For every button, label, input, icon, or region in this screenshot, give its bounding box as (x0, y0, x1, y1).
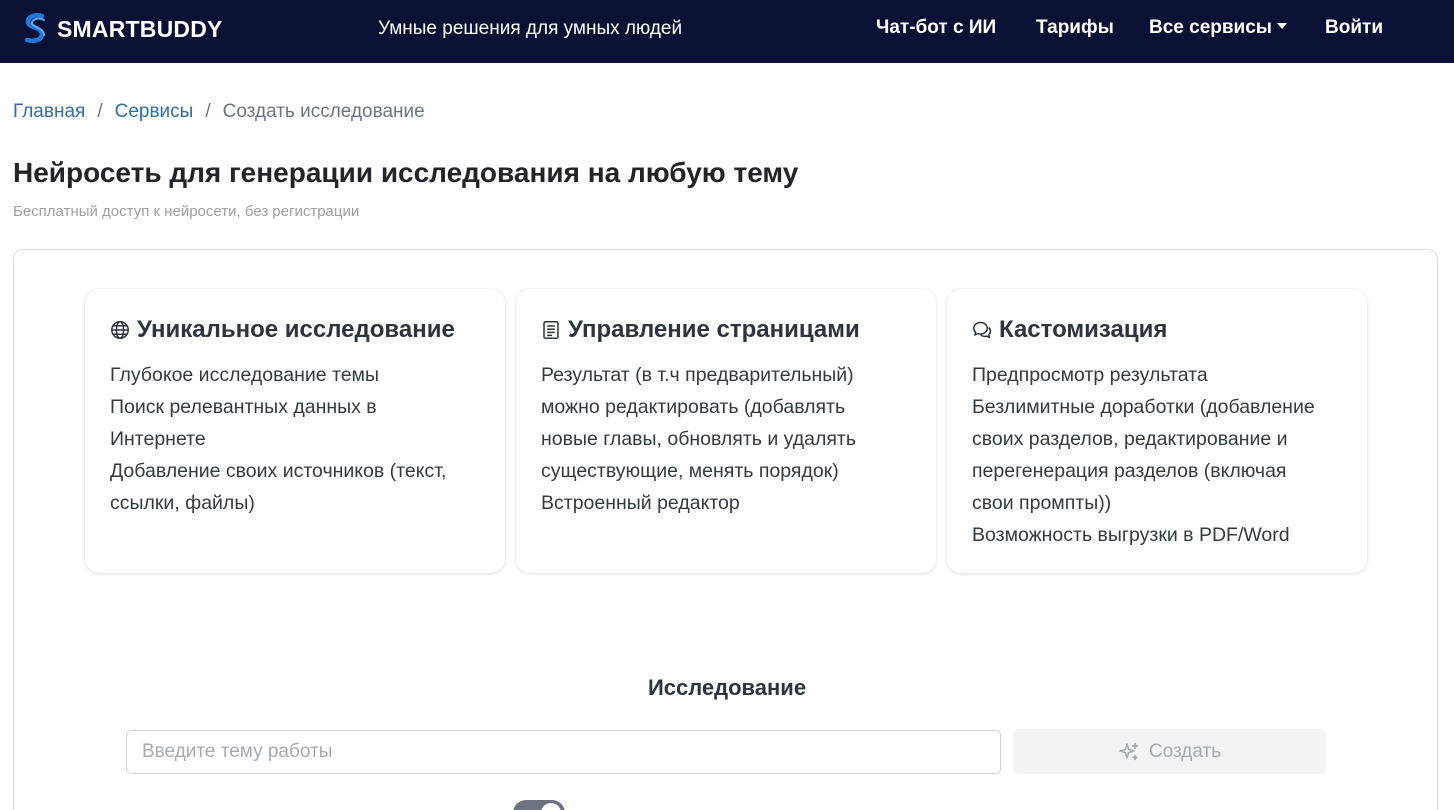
feature-line: Глубокое исследование темы (110, 364, 379, 386)
feature-card-unique-research: Уникальное исследование Глубокое исследо… (85, 289, 505, 573)
breadcrumb-current: Создать исследование (222, 101, 425, 122)
feature-line: перегенерация разделов (включая (972, 460, 1287, 482)
feature-lines: Результат (в т.ч предварительный) можно … (541, 359, 914, 519)
feature-lines: Предпросмотр результата Безлимитные дора… (972, 359, 1345, 551)
feature-line: Интернете (110, 428, 206, 450)
feature-card-page-management: Управление страницами Результат (в т.ч п… (516, 289, 936, 573)
breadcrumb-separator: / (97, 101, 103, 122)
chevron-down-icon (1277, 23, 1288, 29)
feature-line: своих разделов, редактирование и (972, 428, 1288, 450)
page-subtitle: Бесплатный доступ к нейросети, без регис… (13, 203, 360, 220)
nav-all-services-label: Все сервисы (1149, 17, 1273, 38)
feature-header: Управление страницами (541, 315, 914, 345)
document-icon (543, 321, 559, 339)
feature-title: Уникальное исследование (137, 316, 455, 343)
nav-chat-bot-link[interactable]: Чат-бот с ИИ (876, 17, 996, 39)
sparkles-icon (1119, 742, 1139, 760)
feature-line: Добавление своих источников (текст, (110, 460, 447, 482)
research-section-title: Исследование (647, 675, 807, 700)
feature-title: Управление страницами (568, 316, 860, 343)
breadcrumb: Главная / Сервисы / Создать исследование (13, 101, 425, 123)
feature-line: Результат (в т.ч предварительный) (541, 364, 854, 386)
chat-bubbles-icon (973, 321, 992, 339)
feature-lines: Глубокое исследование темы Поиск релеван… (110, 359, 483, 519)
option-toggle[interactable] (513, 800, 565, 810)
nav-links: Чат-бот с ИИ Тарифы Все сервисы Войти (0, 17, 1454, 41)
feature-title: Кастомизация (999, 316, 1168, 343)
feature-header: Уникальное исследование (110, 315, 483, 345)
feature-line: Предпросмотр результата (972, 364, 1208, 386)
feature-line: Встроенный редактор (541, 492, 740, 514)
nav-all-services-dropdown[interactable]: Все сервисы (1149, 17, 1288, 39)
feature-line: свои промпты)) (972, 492, 1112, 514)
feature-line: новые главы, обновлять и удалять (541, 428, 857, 450)
top-navbar: SMARTBUDDY Умные решения для умных людей… (0, 0, 1454, 63)
feature-line: Возможность выгрузки в PDF/Word (972, 524, 1290, 546)
breadcrumb-separator: / (205, 101, 211, 122)
feature-card-customization: Кастомизация Предпросмотр результата Без… (947, 289, 1367, 573)
globe-icon (111, 321, 129, 339)
breadcrumb-home[interactable]: Главная (13, 101, 85, 123)
nav-tariffs-link[interactable]: Тарифы (1036, 17, 1114, 39)
feature-line: Поиск релевантных данных в (110, 396, 377, 418)
create-button-label: Создать (1148, 740, 1222, 762)
feature-header: Кастомизация (972, 315, 1345, 345)
feature-line: можно редактировать (добавлять (541, 396, 846, 418)
feature-line: существующие, менять порядок) (541, 460, 839, 482)
feature-line: Безлимитные доработки (добавление (972, 396, 1315, 418)
page-title: Нейросеть для генерации исследования на … (13, 157, 799, 188)
nav-login-link[interactable]: Войти (1325, 17, 1383, 39)
breadcrumb-services[interactable]: Сервисы (115, 101, 194, 123)
topic-input[interactable] (126, 730, 1001, 774)
create-button[interactable]: Создать (1013, 729, 1326, 774)
toggle-knob (541, 803, 561, 810)
feature-line: ссылки, файлы) (110, 492, 255, 514)
